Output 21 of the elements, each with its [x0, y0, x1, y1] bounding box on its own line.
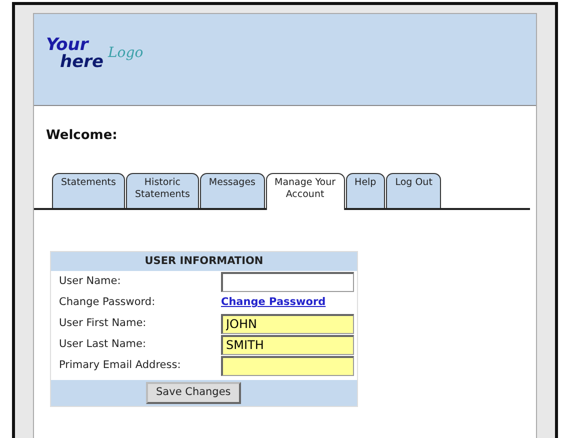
field-label: Change Password: [59, 294, 156, 310]
tab[interactable]: Messages [200, 172, 264, 208]
logo-text: here [60, 54, 104, 70]
field-label: Primary Email Address: [59, 358, 182, 373]
tab[interactable]: Manage Your Account [266, 172, 345, 210]
tab[interactable]: Historic Statements [126, 172, 199, 208]
field-label: User Last Name: [59, 336, 147, 352]
logo-script-text: Logo [108, 46, 144, 60]
tab[interactable]: Log Out [386, 172, 442, 208]
change-password-link[interactable]: Change Password [221, 294, 326, 311]
field-label: User First Name: [59, 316, 148, 331]
save-changes-button[interactable]: Save Changes [146, 382, 241, 404]
logo-text: Your [46, 36, 88, 54]
input-field[interactable] [221, 356, 354, 376]
input-field[interactable]: SMITH [221, 334, 354, 355]
tab[interactable]: Help [346, 172, 386, 208]
input-field[interactable] [221, 272, 354, 292]
field-label: User Name: [59, 274, 122, 289]
form-title: USER INFORMATION [51, 252, 357, 272]
tab[interactable]: Statements [52, 172, 125, 208]
welcome-heading: Welcome: [45, 127, 118, 145]
